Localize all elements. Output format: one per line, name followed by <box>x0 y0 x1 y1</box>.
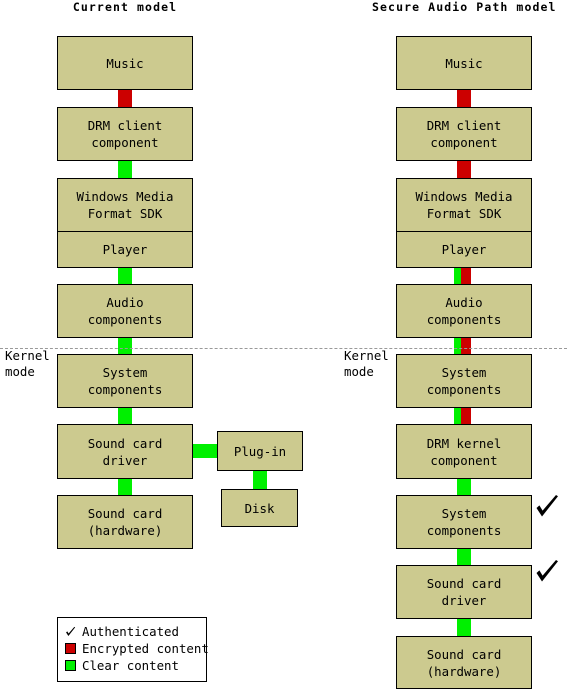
authenticated-check-icon <box>534 559 560 585</box>
node-label: Music <box>445 55 483 71</box>
node-current-model-disk[interactable]: Disk <box>221 489 298 527</box>
node-label: Windows Media Format SDK <box>76 189 174 221</box>
node-secure-audio-path-model-system-components-1[interactable]: System components <box>396 354 532 408</box>
node-secure-audio-path-model-wmf-sdk-player[interactable]: Windows Media Format SDK Player <box>396 178 532 268</box>
connector-current-model-driver-to-plugin <box>191 444 219 458</box>
connector-segment-clear <box>191 444 219 458</box>
connector-segment-clear <box>118 266 132 286</box>
connector-secure-audio-path-model-drmkernel-to-system2 <box>457 477 471 497</box>
connector-current-model-plugin-to-disk <box>253 469 267 491</box>
column-title-secure-audio-path-model: Secure Audio Path model <box>372 0 557 14</box>
connector-segment-clear <box>118 477 132 497</box>
node-current-model-wmf-sdk-player[interactable]: Windows Media Format SDK Player <box>57 178 193 268</box>
authenticated-check-icon <box>534 494 560 520</box>
connector-current-model-driver-to-soundcard <box>118 477 132 497</box>
connector-current-model-drm-to-sdk <box>118 159 132 180</box>
connector-current-model-music-to-drm <box>118 88 132 109</box>
node-label: System components <box>426 506 502 538</box>
node-secure-audio-path-model-music[interactable]: Music <box>396 36 532 90</box>
node-label: Sound card driver <box>426 576 502 608</box>
kernel-mode-label-current-model: Kernel mode <box>5 348 50 379</box>
connector-secure-audio-path-model-driver-to-soundcard <box>457 617 471 638</box>
connector-current-model-player-to-audio <box>118 266 132 286</box>
node-sublabel: Player <box>397 231 531 267</box>
connector-segment-encrypted <box>460 336 471 356</box>
connector-segment-encrypted <box>460 266 471 286</box>
diagram-canvas: Current model Music DRM client component Wi… <box>0 0 567 692</box>
node-secure-audio-path-model-sound-card-driver[interactable]: Sound card driver <box>396 565 532 619</box>
node-label: System components <box>426 365 502 397</box>
kernel-mode-divider-line <box>0 348 567 349</box>
connector-segment-clear <box>118 336 132 356</box>
node-current-model-audio-components[interactable]: Audio components <box>57 284 193 338</box>
legend-item-label: Clear content <box>82 658 179 673</box>
connector-secure-audio-path-model-music-to-drm <box>457 88 471 109</box>
connector-secure-audio-path-model-system-to-drmkernel <box>454 406 471 426</box>
node-label: Audio components <box>87 295 163 327</box>
connector-segment-clear <box>454 406 461 426</box>
kernel-mode-label-secure-audio-path-model: Kernel mode <box>344 348 389 379</box>
connector-segment-clear <box>118 159 132 180</box>
node-label: Music <box>106 55 144 71</box>
legend-item-label: Encrypted content <box>82 641 209 656</box>
connector-segment-clear <box>454 266 461 286</box>
node-label: System components <box>87 365 163 397</box>
node-label: Audio components <box>426 295 502 327</box>
legend-item-encrypted-content: Encrypted content <box>65 640 209 657</box>
authenticated-check-icon <box>65 626 76 638</box>
node-sublabel: Player <box>58 231 192 267</box>
connector-segment-encrypted <box>457 159 471 180</box>
legend-swatch-encrypted-content <box>65 643 76 654</box>
node-label: Sound card (hardware) <box>426 646 502 679</box>
connector-segment-clear <box>454 336 461 356</box>
node-label: DRM client component <box>426 118 502 150</box>
node-current-model-system-components[interactable]: System components <box>57 354 193 408</box>
node-current-model-music[interactable]: Music <box>57 36 193 90</box>
node-secure-audio-path-model-sound-card-hardware[interactable]: Sound card (hardware) <box>396 636 532 689</box>
legend-item-authenticated: Authenticated <box>65 623 198 640</box>
node-current-model-sound-card-hardware[interactable]: Sound card (hardware) <box>57 495 193 549</box>
node-secure-audio-path-model-audio-components[interactable]: Audio components <box>396 284 532 338</box>
connector-segment-clear <box>457 547 471 567</box>
connector-segment-encrypted <box>118 88 132 109</box>
node-secure-audio-path-model-drm-client-component[interactable]: DRM client component <box>396 107 532 161</box>
node-label: Sound card driver <box>87 435 163 468</box>
connector-segment-encrypted <box>457 88 471 109</box>
node-label: Plug-in <box>233 443 287 459</box>
connector-segment-encrypted <box>460 406 471 426</box>
connector-secure-audio-path-model-drm-to-sdk <box>457 159 471 180</box>
connector-segment-clear <box>118 406 132 426</box>
connector-segment-clear <box>457 477 471 497</box>
node-current-model-drm-client-component[interactable]: DRM client component <box>57 107 193 161</box>
connector-secure-audio-path-model-system2-to-driver <box>457 547 471 567</box>
node-label: Sound card (hardware) <box>87 506 163 538</box>
node-label: DRM kernel component <box>426 435 502 468</box>
connector-secure-audio-path-model-audio-to-system <box>454 336 471 356</box>
column-title-current-model: Current model <box>72 0 178 14</box>
node-current-model-sound-card-driver[interactable]: Sound card driver <box>57 424 193 479</box>
node-label: Disk <box>244 500 275 516</box>
legend-item-clear-content: Clear content <box>65 657 198 674</box>
legend-item-label: Authenticated <box>82 624 179 639</box>
node-current-model-plug-in[interactable]: Plug-in <box>217 431 303 471</box>
node-label: Windows Media Format SDK <box>415 189 513 221</box>
node-secure-audio-path-model-drm-kernel-component[interactable]: DRM kernel component <box>396 424 532 479</box>
connector-current-model-audio-to-system <box>118 336 132 356</box>
connector-current-model-system-to-driver <box>118 406 132 426</box>
connector-segment-clear <box>457 617 471 638</box>
node-label: DRM client component <box>87 118 163 150</box>
connector-secure-audio-path-model-player-to-audio <box>454 266 471 286</box>
legend-swatch-clear-content <box>65 660 76 671</box>
node-secure-audio-path-model-system-components-2[interactable]: System components <box>396 495 532 549</box>
legend: Authenticated Encrypted content Clear cont… <box>57 617 209 682</box>
connector-segment-clear <box>253 469 267 491</box>
